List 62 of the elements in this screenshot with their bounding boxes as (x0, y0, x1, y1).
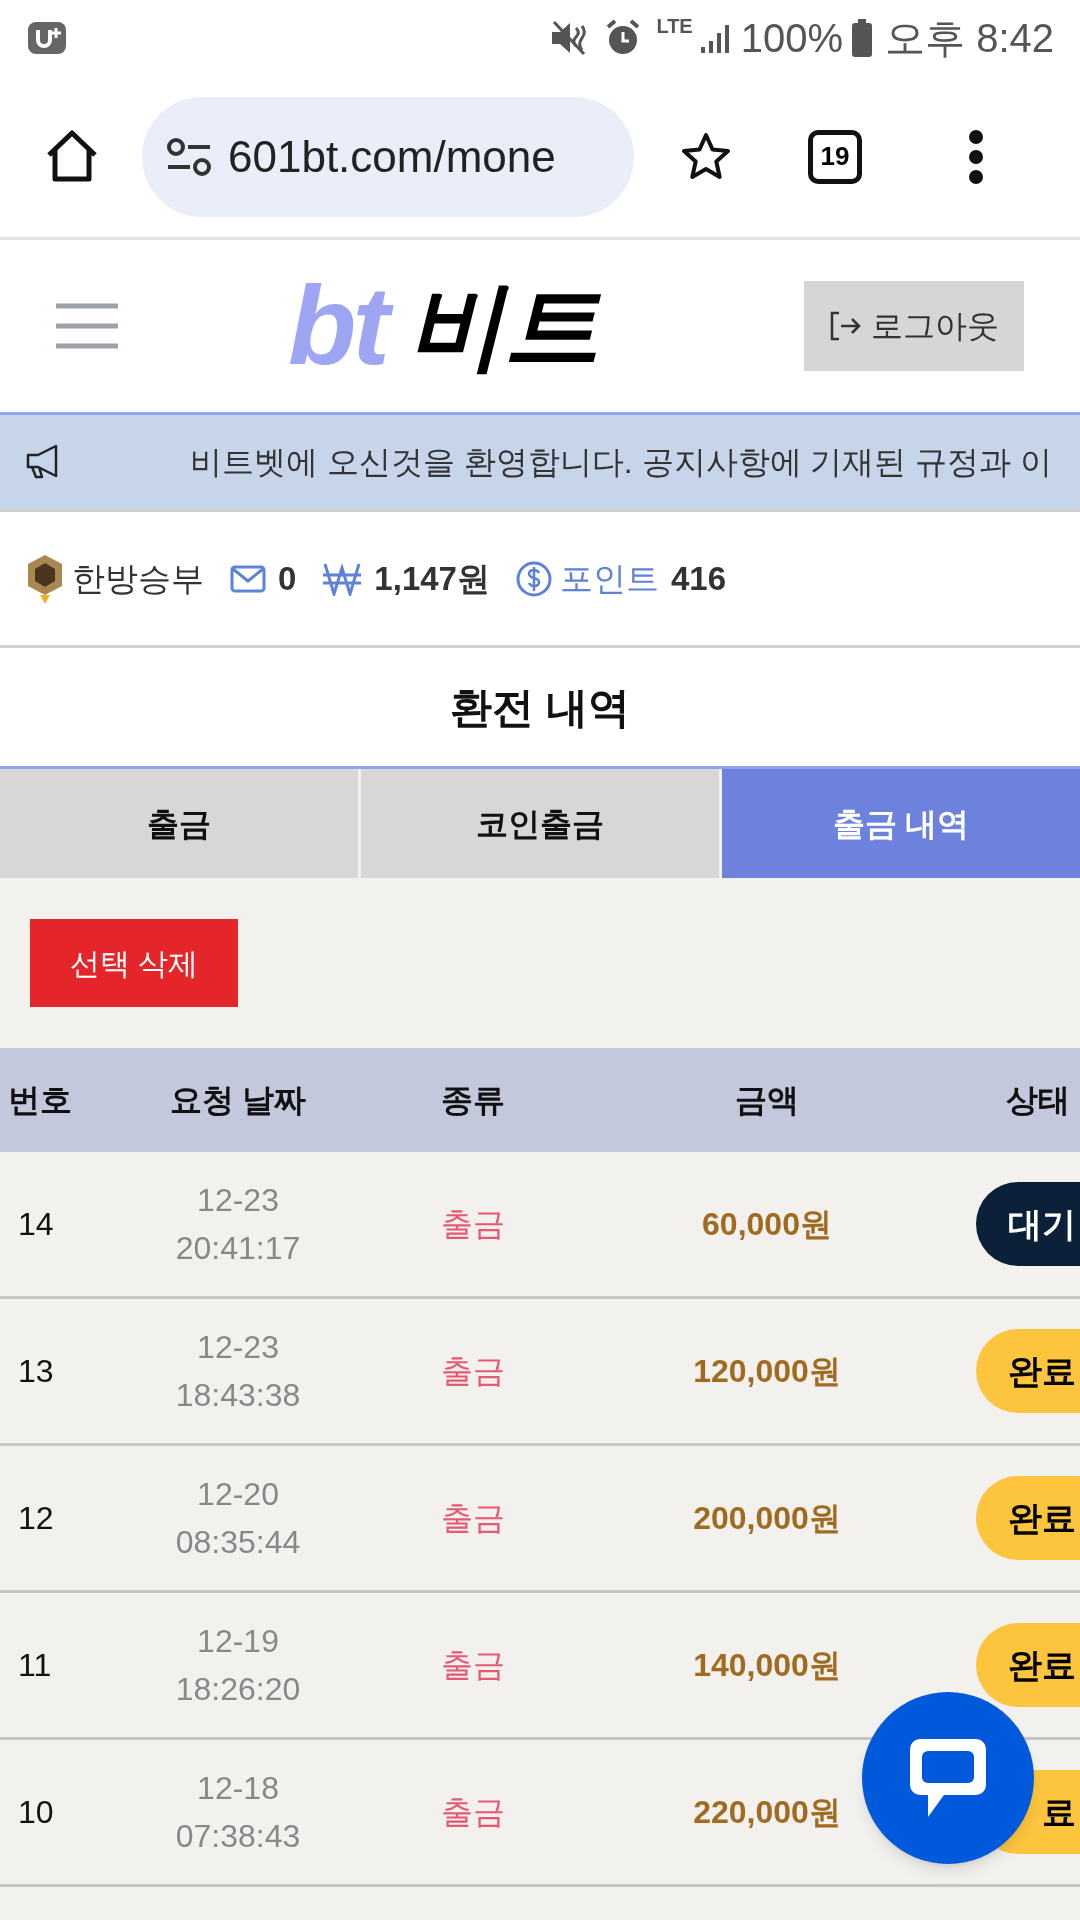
transaction-type: 출금 (440, 1793, 506, 1832)
request-date: 12-19 (197, 1622, 279, 1661)
status-badge: 완료 (976, 1329, 1080, 1413)
battery-icon (851, 19, 874, 57)
notice-text: 비트벳에 오신것을 환영합니다. 공지사항에 기재된 규정과 이 (190, 443, 1053, 482)
url-field[interactable]: 601bt.com/mone (142, 96, 634, 217)
points-label: 포인트 (559, 558, 659, 599)
amount: 60,000원 (701, 1205, 833, 1244)
tab[interactable]: 코인출금 (361, 769, 719, 878)
tab[interactable]: 출금 내역 (722, 769, 1080, 878)
menu-icon[interactable] (56, 302, 118, 350)
transaction-type: 출금 (440, 1205, 506, 1244)
logout-icon (829, 310, 863, 342)
request-date: 12-23 (197, 1328, 279, 1367)
site-logo[interactable]: bt 비트 (288, 270, 600, 382)
tab-count-button[interactable]: 19 (808, 129, 862, 184)
clock: 오후 8:42 (885, 15, 1054, 62)
delete-selected-button[interactable]: 선택 삭제 (30, 919, 238, 1007)
request-time: 18:43:38 (175, 1376, 301, 1415)
dollar-coin-icon (515, 560, 552, 597)
request-time: 20:41:17 (175, 1229, 301, 1268)
column-header: 요청 날짜 (168, 1081, 308, 1120)
request-time: 07:38:43 (175, 1817, 301, 1856)
request-time: 08:35:44 (175, 1523, 301, 1562)
status-badge: 완료 (976, 1623, 1080, 1707)
logout-button[interactable]: 로그아웃 (804, 281, 1024, 371)
request-date: 12-23 (197, 1181, 279, 1220)
request-time: 18:26:20 (175, 1670, 301, 1709)
request-date: 12-20 (197, 1475, 279, 1514)
row-number: 10 (17, 1793, 55, 1832)
row-number: 14 (17, 1205, 55, 1244)
column-header: 금액 (734, 1081, 800, 1120)
amount: 140,000원 (692, 1646, 842, 1685)
transaction-type: 출금 (440, 1646, 506, 1685)
points-value: 416 (670, 558, 726, 599)
rank-badge-icon (26, 552, 64, 605)
site-settings-icon[interactable] (166, 136, 212, 177)
url-text: 601bt.com/mone (228, 130, 556, 183)
row-number: 11 (17, 1646, 53, 1685)
transaction-type: 출금 (440, 1352, 506, 1391)
message-count: 0 (278, 558, 297, 599)
column-header: 종류 (440, 1081, 506, 1120)
tab[interactable]: 출금 (0, 769, 358, 878)
mail-icon[interactable] (230, 564, 266, 593)
page-title: 환전 내역 (450, 682, 630, 733)
network-label: LTE (656, 16, 693, 36)
amount: 220,000원 (692, 1793, 842, 1832)
status-badge: 대기 (976, 1182, 1080, 1266)
username: 한방승부 (72, 558, 204, 599)
battery-percent: 100% (740, 15, 844, 62)
balance: 1,147원 (374, 558, 490, 599)
column-header: 번호 (7, 1081, 73, 1120)
amount: 200,000원 (692, 1499, 842, 1538)
column-header: 상태 (1005, 1081, 1071, 1120)
won-icon (322, 561, 363, 596)
row-number: 12 (17, 1499, 55, 1538)
row-number: 13 (17, 1352, 55, 1391)
status-badge: 완료 (976, 1476, 1080, 1560)
request-date: 12-18 (197, 1769, 279, 1808)
amount: 120,000원 (692, 1352, 842, 1391)
transaction-type: 출금 (440, 1499, 506, 1538)
menu-dots-icon[interactable] (968, 128, 984, 185)
